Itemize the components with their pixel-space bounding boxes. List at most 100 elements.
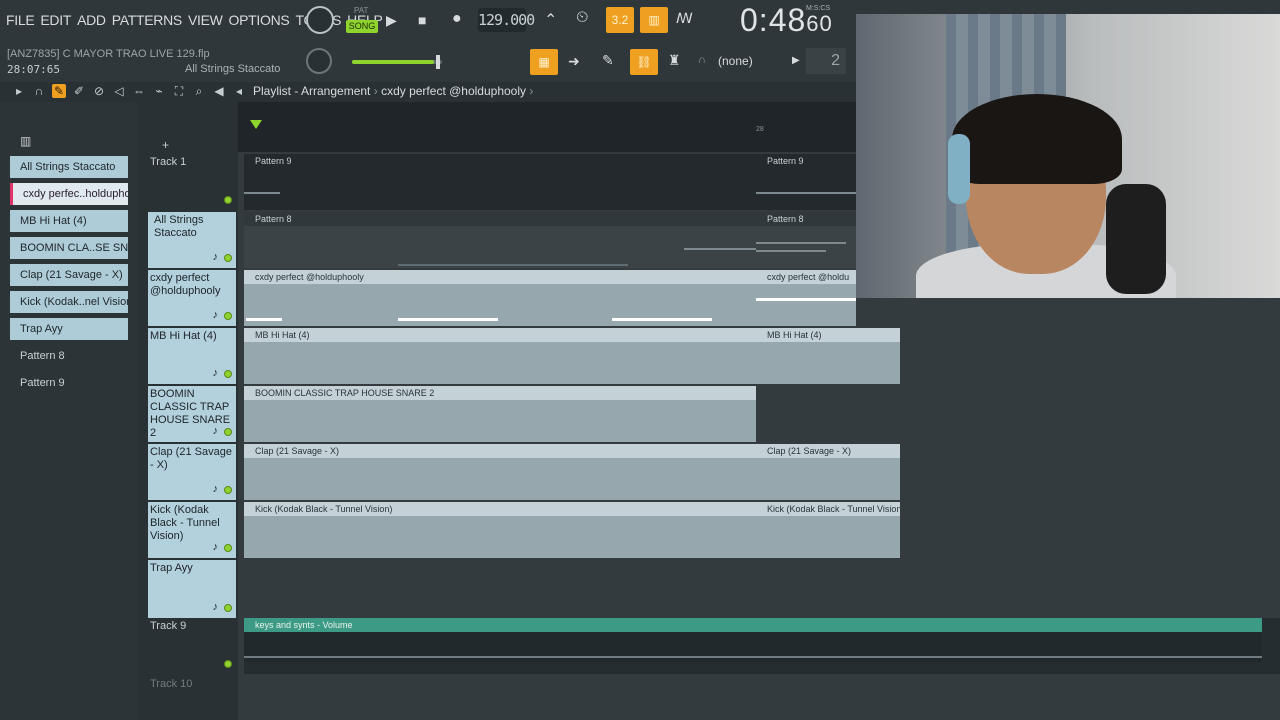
title-arrow-icon[interactable]: ◂ bbox=[232, 84, 246, 98]
pattern-clip[interactable]: Pattern 9 bbox=[756, 154, 856, 210]
record-icon[interactable]: ● bbox=[452, 10, 462, 28]
tempo-display[interactable]: 129.000 bbox=[478, 8, 535, 32]
track-mute-led[interactable] bbox=[224, 196, 232, 204]
master-volume-slider[interactable] bbox=[352, 55, 442, 69]
main-pitch-knob[interactable] bbox=[306, 48, 332, 74]
track-header[interactable]: Track 10 bbox=[148, 676, 236, 716]
stop-icon[interactable]: ■ bbox=[418, 12, 426, 28]
playlist-breadcrumb[interactable]: cxdy perfect @holduphooly bbox=[381, 84, 526, 98]
pattern-selector[interactable]: (none) bbox=[718, 54, 753, 68]
playback-tool-icon[interactable]: ◀ bbox=[212, 84, 226, 98]
track-mute-led[interactable] bbox=[224, 428, 232, 436]
audio-clip[interactable]: cxdy perfect @holduphooly bbox=[244, 270, 756, 326]
track-header[interactable]: Kick (Kodak Black - Tunnel Vision) ♪ bbox=[148, 502, 236, 558]
stamp-icon[interactable]: ♜ bbox=[668, 52, 681, 69]
audio-clip[interactable]: MB Hi Hat (4) bbox=[756, 328, 900, 384]
delete-tool-icon[interactable]: ⊘ bbox=[92, 84, 106, 98]
picker-item[interactable]: All Strings Staccato bbox=[10, 156, 128, 178]
timeline-ruler[interactable]: 28 bbox=[238, 102, 858, 152]
track-header[interactable]: Clap (21 Savage - X) ♪ bbox=[148, 444, 236, 500]
menu-view[interactable]: VIEW bbox=[188, 12, 223, 28]
clip-body bbox=[756, 342, 900, 384]
audio-clip[interactable]: Kick (Kodak Black - Tunnel Vision) bbox=[244, 502, 756, 558]
main-volume-knob[interactable] bbox=[306, 6, 334, 34]
picker-add-icon[interactable]: + bbox=[162, 138, 169, 152]
picker-item[interactable]: Clap (21 Savage - X) bbox=[10, 264, 128, 286]
picker-item[interactable]: cxdy perfec..holduphooly bbox=[10, 183, 128, 205]
wait-input-icon[interactable]: ⏲ bbox=[576, 9, 588, 27]
track-header[interactable]: cxdy perfect @holduphooly ♪ bbox=[148, 270, 236, 326]
track-name: Trap Ayy bbox=[150, 562, 193, 574]
play-icon[interactable]: ▶ bbox=[386, 12, 397, 29]
pattern-prev-icon[interactable]: ▶ bbox=[792, 55, 800, 66]
link-icon[interactable]: ⛓ bbox=[630, 49, 658, 75]
track-header[interactable]: MB Hi Hat (4) ♪ bbox=[148, 328, 236, 384]
track-mute-led[interactable] bbox=[224, 254, 232, 262]
playhead-marker[interactable] bbox=[250, 120, 262, 129]
countdown-button[interactable]: 3.2 bbox=[606, 7, 634, 33]
track-name: BOOMIN CLASSIC TRAP HOUSE SNARE 2 bbox=[150, 388, 231, 439]
options-arrow-icon[interactable]: ▸ bbox=[12, 84, 26, 98]
picker-item-pattern[interactable]: Pattern 9 bbox=[10, 372, 128, 394]
clip-note bbox=[756, 298, 856, 301]
slip-tool-icon[interactable]: ⇔ bbox=[132, 84, 146, 98]
track-name: Track 1 bbox=[150, 156, 187, 168]
magnet-icon[interactable]: ∩ bbox=[698, 54, 706, 66]
clip-label: Clap (21 Savage - X) bbox=[244, 444, 756, 458]
menu-options[interactable]: OPTIONS bbox=[229, 12, 290, 28]
track-header[interactable]: All Strings Staccato ♪ bbox=[148, 212, 236, 268]
master-volume-thumb[interactable] bbox=[436, 55, 440, 69]
picker-item[interactable]: Trap Ayy bbox=[10, 318, 128, 340]
playlist-button[interactable]: ▦ bbox=[530, 49, 558, 75]
paint-tool-icon[interactable]: ✐ bbox=[72, 84, 86, 98]
picker-item[interactable]: MB Hi Hat (4) bbox=[10, 210, 128, 232]
track-mute-led[interactable] bbox=[224, 660, 232, 668]
picker-item[interactable]: Kick (Kodak..nel Vision) bbox=[10, 291, 128, 313]
audio-clip[interactable]: BOOMIN CLASSIC TRAP HOUSE SNARE 2 bbox=[244, 386, 756, 442]
track-header[interactable]: BOOMIN CLASSIC TRAP HOUSE SNARE 2 ♪ bbox=[148, 386, 236, 442]
draw-tool-icon[interactable]: ✎ bbox=[52, 84, 66, 98]
bar-marker: 28 bbox=[756, 126, 764, 133]
loop-record-button[interactable]: ▥ bbox=[640, 7, 668, 33]
track-mute-led[interactable] bbox=[224, 312, 232, 320]
pattern-number[interactable]: 2 bbox=[806, 48, 846, 74]
clip-label: Pattern 8 bbox=[767, 214, 804, 224]
clip-body bbox=[244, 458, 756, 500]
menu-add[interactable]: ADD bbox=[77, 12, 106, 28]
audio-clip[interactable]: Clap (21 Savage - X) bbox=[756, 444, 900, 500]
select-tool-icon[interactable]: ⛶ bbox=[172, 84, 186, 98]
track-mute-led[interactable] bbox=[224, 604, 232, 612]
picker-item[interactable]: BOOMIN CLA..SE SNARE 2 bbox=[10, 237, 128, 259]
note-icon: ♪ bbox=[212, 309, 219, 321]
track-header[interactable]: Trap Ayy ♪ bbox=[148, 560, 236, 618]
menu-edit[interactable]: EDIT bbox=[40, 12, 71, 28]
menu-patterns[interactable]: PATTERNS bbox=[112, 12, 183, 28]
audio-clip[interactable]: Kick (Kodak Black - Tunnel Vision) bbox=[756, 502, 900, 558]
metronome-icon[interactable]: ⌃ bbox=[544, 10, 557, 30]
menu-file[interactable]: FILE bbox=[6, 12, 35, 28]
arrow-right-icon[interactable]: ➜ bbox=[568, 53, 580, 70]
track-mute-led[interactable] bbox=[224, 370, 232, 378]
zoom-tool-icon[interactable]: ⌕ bbox=[192, 84, 206, 98]
track-header[interactable]: Track 1 bbox=[148, 154, 236, 210]
pattern-clip[interactable]: Pattern 8 bbox=[756, 212, 856, 268]
pattern-clip[interactable]: Pattern 8 bbox=[244, 212, 756, 268]
pattern-clip[interactable]: Pattern 9 bbox=[244, 154, 756, 210]
pat-song-toggle[interactable]: PAT SONG bbox=[346, 6, 378, 34]
breadcrumb-separator-2: › bbox=[529, 84, 534, 98]
track-mute-led[interactable] bbox=[224, 486, 232, 494]
picker-piano-icon[interactable]: ▥ bbox=[20, 134, 31, 148]
magnet-snap-icon[interactable]: ∩ bbox=[32, 84, 46, 98]
playlist-title-text: Playlist - Arrangement bbox=[253, 84, 371, 98]
automation-clip[interactable]: keys and synts - Volume bbox=[244, 618, 1262, 662]
blend-notes-icon[interactable]: ꟿ bbox=[676, 10, 693, 27]
pencil-icon[interactable]: ✎ bbox=[602, 52, 614, 69]
audio-clip[interactable]: MB Hi Hat (4) bbox=[244, 328, 756, 384]
audio-clip[interactable]: cxdy perfect @holdu bbox=[756, 270, 856, 326]
picker-item-pattern[interactable]: Pattern 8 bbox=[10, 345, 128, 367]
track-header[interactable]: Track 9 bbox=[148, 618, 236, 674]
slice-tool-icon[interactable]: ⌁ bbox=[152, 84, 166, 98]
track-mute-led[interactable] bbox=[224, 544, 232, 552]
audio-clip[interactable]: Clap (21 Savage - X) bbox=[244, 444, 756, 500]
mute-tool-icon[interactable]: ◁ bbox=[112, 84, 126, 98]
